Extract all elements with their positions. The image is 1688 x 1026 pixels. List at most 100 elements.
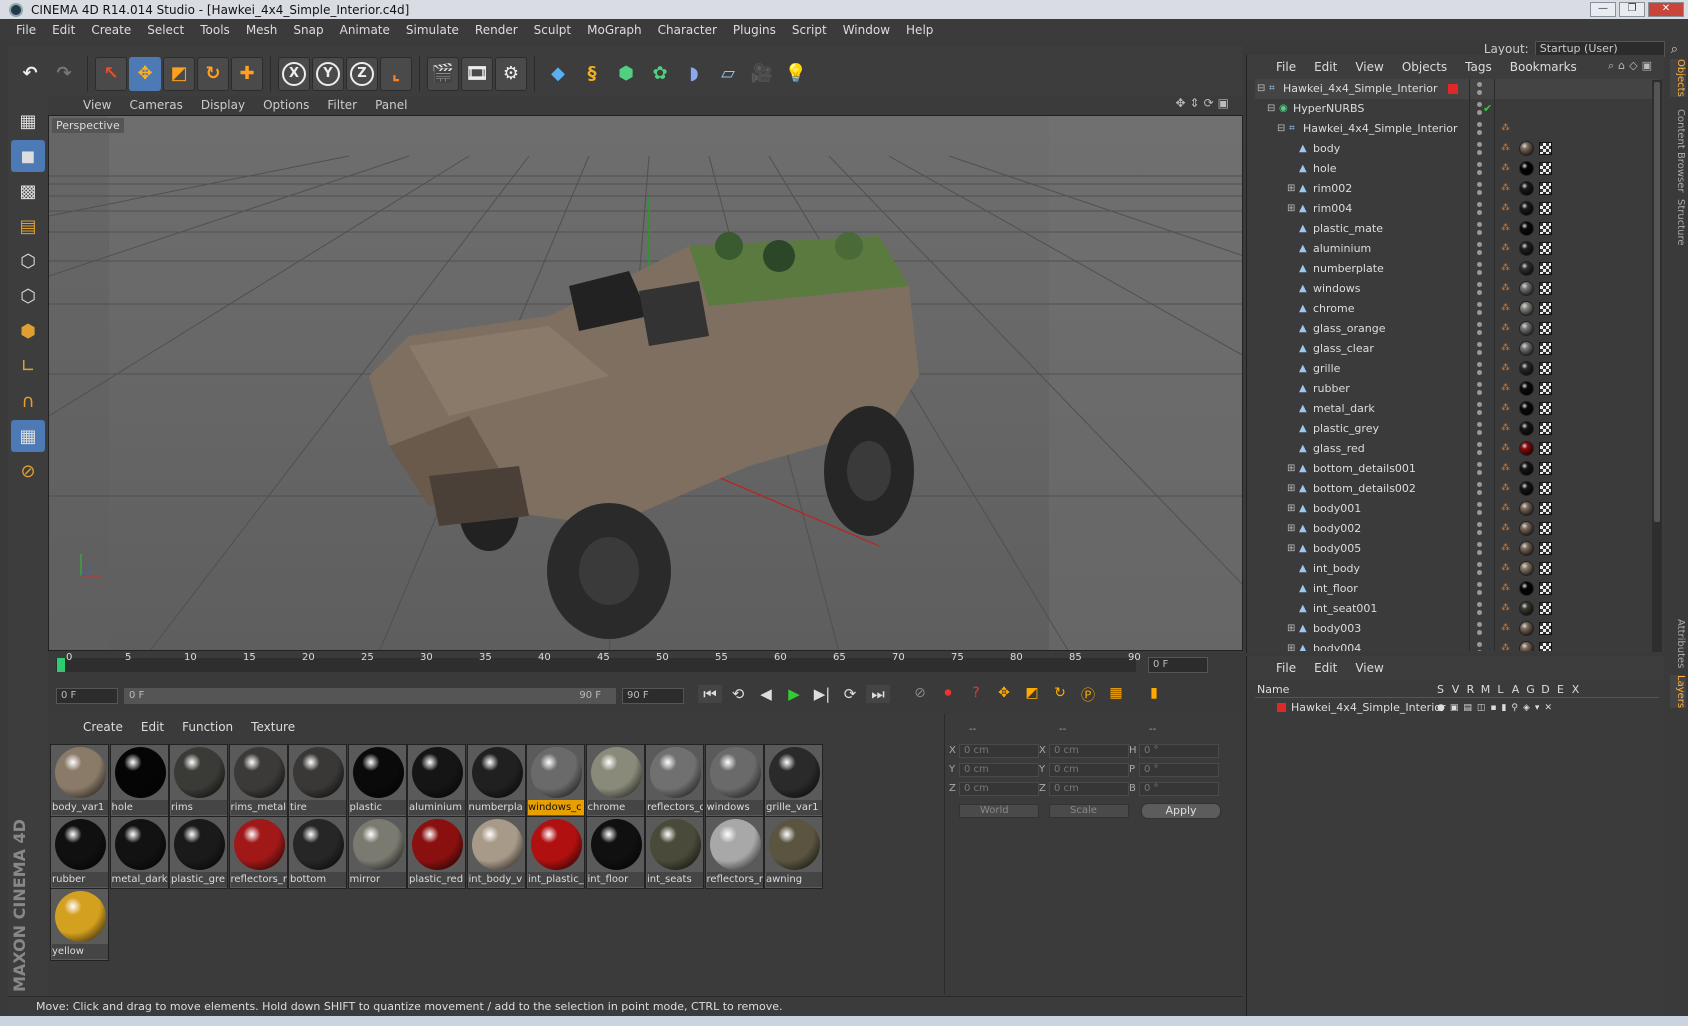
visibility-toggles[interactable] [1469, 179, 1495, 199]
next-frame-icon[interactable]: ▶| [810, 685, 834, 703]
locked-workplane-icon[interactable]: ⊘ [11, 455, 45, 487]
key-position-icon[interactable]: ✥ [992, 685, 1016, 705]
material-swatch[interactable]: awning [764, 816, 823, 889]
tab-objects[interactable]: Objects [1670, 59, 1686, 97]
menu-file[interactable]: File [8, 23, 44, 37]
object-row[interactable]: ▲ int_floor ⁂ [1255, 579, 1659, 599]
expand-toggle-icon[interactable]: ⊟ [1257, 79, 1265, 99]
deformer-icon[interactable]: ◗ [678, 57, 710, 91]
coord-value-field[interactable]: 0 cm [1049, 763, 1129, 777]
magnet-icon[interactable]: ∩ [11, 385, 45, 417]
objects-scrollbar[interactable] [1652, 80, 1662, 652]
material-swatch[interactable]: int_plastic_ [526, 816, 585, 889]
object-row[interactable]: ▲ hole ⁂ [1255, 159, 1659, 179]
object-row[interactable]: ▲ glass_orange ⁂ [1255, 319, 1659, 339]
model-mode-icon[interactable]: ◼ [11, 140, 45, 172]
visibility-toggles[interactable] [1469, 119, 1495, 139]
coord-mode-dropdown[interactable]: Scale [1049, 804, 1129, 818]
visibility-toggles[interactable] [1469, 599, 1495, 619]
menu-select[interactable]: Select [139, 23, 192, 37]
phong-tag-icon[interactable]: ⁂ [1501, 183, 1511, 193]
menu-edit[interactable]: Edit [44, 23, 83, 37]
objects-menu-tags[interactable]: Tags [1456, 60, 1501, 74]
phong-tag-icon[interactable]: ⁂ [1501, 303, 1511, 313]
phong-tag-icon[interactable]: ⁂ [1501, 463, 1511, 473]
light-icon[interactable]: 💡 [780, 57, 812, 91]
material-swatch[interactable]: plastic_red [407, 816, 466, 889]
uvw-tag-icon[interactable] [1539, 342, 1552, 355]
layers-menu-edit[interactable]: Edit [1305, 661, 1346, 675]
uvw-tag-icon[interactable] [1539, 222, 1552, 235]
expand-toggle-icon[interactable]: ⊞ [1287, 179, 1295, 199]
object-row[interactable]: ▲ chrome ⁂ [1255, 299, 1659, 319]
visibility-toggles[interactable] [1469, 499, 1495, 519]
coordinate-system-icon[interactable]: ⌞ [380, 56, 412, 91]
phong-tag-icon[interactable]: ⁂ [1501, 283, 1511, 293]
menu-simulate[interactable]: Simulate [398, 23, 467, 37]
go-to-start-icon[interactable]: ⏮ [698, 685, 722, 703]
material-tag-icon[interactable] [1519, 381, 1534, 396]
visibility-toggles[interactable] [1469, 639, 1495, 651]
key-parameter-icon[interactable]: Ⓟ [1076, 685, 1100, 705]
object-row[interactable]: ⊞ ▲ rim002 ⁂ [1255, 179, 1659, 199]
uvw-tag-icon[interactable] [1539, 202, 1552, 215]
phong-tag-icon[interactable]: ⁂ [1501, 223, 1511, 233]
phong-tag-icon[interactable]: ⁂ [1501, 263, 1511, 273]
material-tag-icon[interactable] [1519, 501, 1534, 516]
phong-tag-icon[interactable]: ⁂ [1501, 323, 1511, 333]
material-swatch[interactable]: int_seats [645, 816, 704, 889]
viewport-menu-display[interactable]: Display [192, 98, 254, 112]
layer-toggle-icons[interactable]: ●▣▤◫▪▮⚲◈▾✕ [1437, 700, 1557, 716]
material-swatch[interactable]: windows_c [526, 744, 585, 817]
timeline-ruler[interactable]: 0 5 10 15 20 25 30 35 40 45 50 55 60 65 70 75 80 85 90 0 F [48, 652, 1243, 678]
uvw-tag-icon[interactable] [1539, 322, 1552, 335]
texture-mode-icon[interactable]: ▩ [11, 175, 45, 207]
object-row[interactable]: ▲ metal_dark ⁂ [1255, 399, 1659, 419]
visibility-toggles[interactable] [1469, 339, 1495, 359]
objects-menu-bookmarks[interactable]: Bookmarks [1501, 60, 1586, 74]
object-row[interactable]: ▲ grille ⁂ [1255, 359, 1659, 379]
expand-toggle-icon[interactable]: ⊞ [1287, 519, 1295, 539]
visibility-toggles[interactable] [1469, 159, 1495, 179]
objects-menu-file[interactable]: File [1267, 60, 1305, 74]
next-key-icon[interactable]: ⟳ [838, 685, 862, 703]
uvw-tag-icon[interactable] [1539, 522, 1552, 535]
viewport-menu-options[interactable]: Options [254, 98, 318, 112]
phong-tag-icon[interactable]: ⁂ [1501, 623, 1511, 633]
visibility-toggles[interactable] [1469, 419, 1495, 439]
object-row[interactable]: ▲ glass_red ⁂ [1255, 439, 1659, 459]
material-swatch[interactable]: reflectors_c [645, 744, 704, 817]
visibility-toggles[interactable] [1469, 239, 1495, 259]
material-tag-icon[interactable] [1519, 461, 1534, 476]
material-swatch[interactable]: int_body_v [466, 816, 526, 889]
objects-menu-edit[interactable]: Edit [1305, 60, 1346, 74]
material-tag-icon[interactable] [1519, 241, 1534, 256]
object-row[interactable]: ▲ int_body ⁂ [1255, 559, 1659, 579]
phong-tag-icon[interactable]: ⁂ [1501, 503, 1511, 513]
visibility-toggles[interactable] [1469, 219, 1495, 239]
end-frame-field[interactable]: 90 F [622, 688, 684, 704]
material-swatch[interactable]: rims_metal [228, 744, 288, 817]
apply-button[interactable]: Apply [1141, 803, 1221, 819]
uvw-tag-icon[interactable] [1539, 602, 1552, 615]
material-swatch[interactable]: tire [288, 744, 347, 817]
minimize-button[interactable]: — [1590, 2, 1616, 17]
object-row[interactable]: ⊞ ▲ body002 ⁂ [1255, 519, 1659, 539]
visibility-toggles[interactable] [1469, 619, 1495, 639]
object-row[interactable]: ⊟ ⌗ Hawkei_4x4_Simple_Interior ⁂ [1255, 119, 1659, 139]
material-swatch[interactable]: mirror [347, 816, 407, 889]
object-row[interactable]: ▲ plastic_mate ⁂ [1255, 219, 1659, 239]
visibility-toggles[interactable] [1469, 459, 1495, 479]
uvw-tag-icon[interactable] [1539, 582, 1552, 595]
material-swatch[interactable]: yellow [50, 888, 109, 961]
object-row[interactable]: ▲ numberplate ⁂ [1255, 259, 1659, 279]
close-button[interactable]: ✕ [1648, 2, 1684, 17]
menu-snap[interactable]: Snap [285, 23, 331, 37]
object-row[interactable]: ▲ rubber ⁂ [1255, 379, 1659, 399]
material-swatch[interactable]: plastic_gre [169, 816, 228, 889]
phong-tag-icon[interactable]: ⁂ [1501, 363, 1511, 373]
material-tag-icon[interactable] [1519, 301, 1534, 316]
move-tool-icon[interactable]: ✥ [129, 56, 161, 91]
objects-menu-view[interactable]: View [1346, 60, 1392, 74]
material-tag-icon[interactable] [1519, 641, 1534, 651]
